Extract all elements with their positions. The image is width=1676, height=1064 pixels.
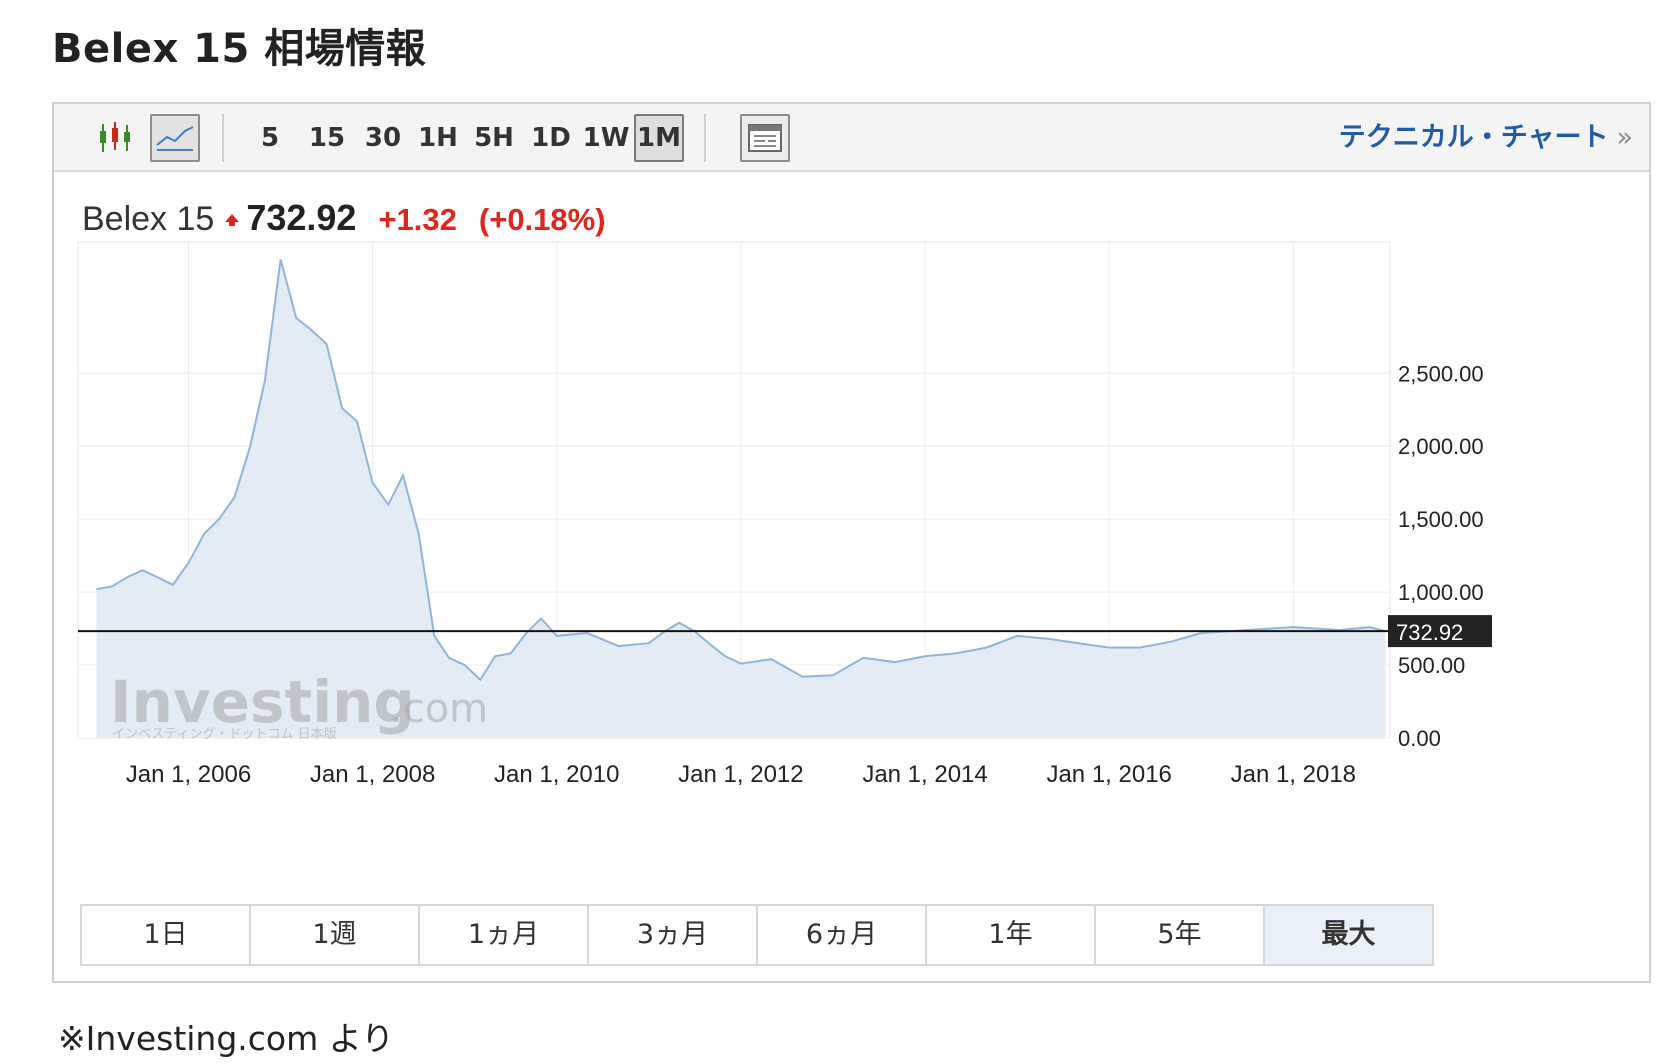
page-title: Belex 15 相場情報	[52, 26, 427, 72]
watermark-tagline: インベスティング・ドットコム 日本版	[112, 727, 337, 742]
source-note: ※Investing.com より	[58, 1019, 395, 1058]
current-price-label: 732.92	[1396, 620, 1463, 645]
watermark-brand: Investing	[110, 668, 415, 736]
range-max[interactable]: 最大	[1265, 906, 1432, 964]
x-tick-label: Jan 1, 2010	[494, 761, 619, 788]
x-tick-label: Jan 1, 2018	[1231, 761, 1356, 788]
range-3m[interactable]: 3ヵ月	[589, 906, 758, 964]
range-1m[interactable]: 1ヵ月	[420, 906, 589, 964]
x-tick-label: Jan 1, 2016	[1046, 761, 1171, 788]
y-tick-label: 1,000.00	[1398, 580, 1484, 605]
x-tick-label: Jan 1, 2006	[126, 761, 251, 788]
x-tick-label: Jan 1, 2012	[678, 761, 803, 788]
y-tick-label: 1,500.00	[1398, 507, 1484, 532]
y-tick-label: 2,500.00	[1398, 361, 1484, 386]
chart-widget: 5 15 30 1H 5H 1D 1W 1M テクニカル・チャート» Belex…	[52, 102, 1651, 983]
price-chart[interactable]: Investing.com インベスティング・ドットコム 日本版 732.92 0.0…	[54, 104, 1649, 904]
range-selector: 1日 1週 1ヵ月 3ヵ月 6ヵ月 1年 5年 最大	[80, 904, 1434, 966]
watermark-suffix: .com	[390, 686, 488, 732]
range-5y[interactable]: 5年	[1096, 906, 1265, 964]
y-tick-label: 2,000.00	[1398, 434, 1484, 459]
range-1y[interactable]: 1年	[927, 906, 1096, 964]
range-1d[interactable]: 1日	[82, 906, 251, 964]
y-tick-label: 0.00	[1398, 726, 1441, 751]
y-tick-label: 500.00	[1398, 653, 1465, 678]
x-tick-label: Jan 1, 2008	[310, 761, 435, 788]
range-1w[interactable]: 1週	[251, 906, 420, 964]
range-6m[interactable]: 6ヵ月	[758, 906, 927, 964]
x-tick-label: Jan 1, 2014	[862, 761, 987, 788]
